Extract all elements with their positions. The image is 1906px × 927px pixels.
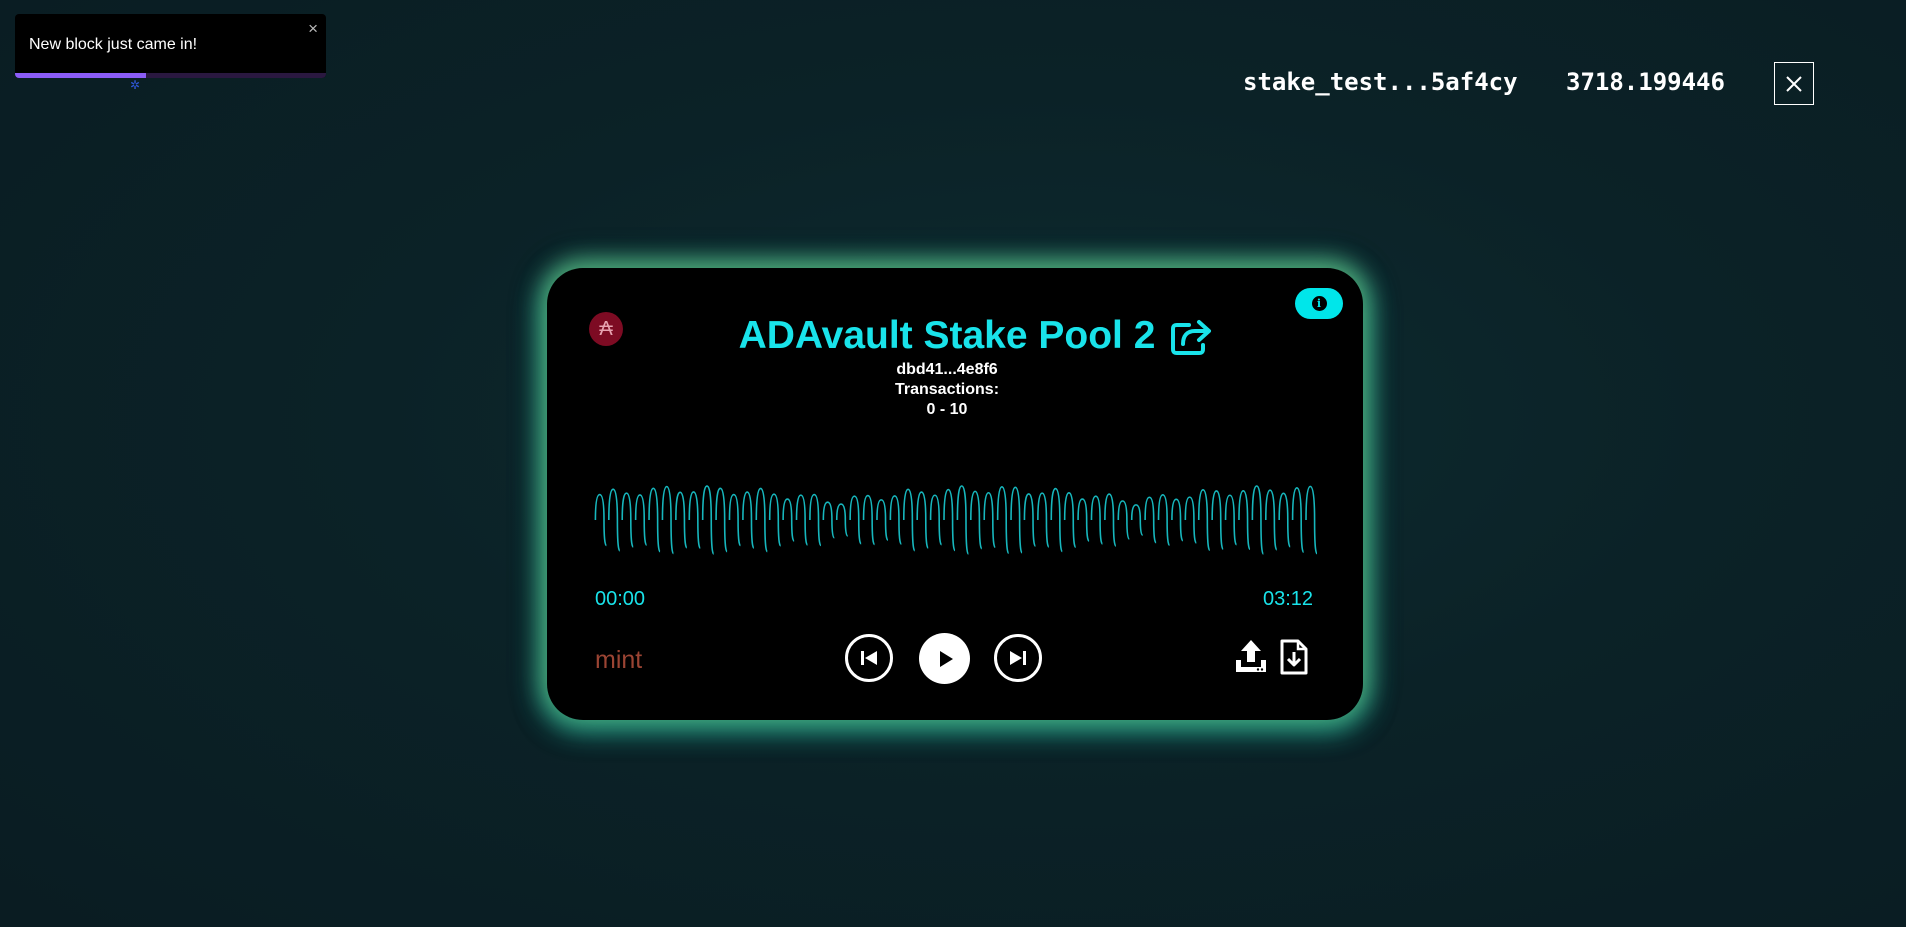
- share-icon[interactable]: [1169, 316, 1213, 356]
- play-icon: [939, 650, 953, 667]
- next-button[interactable]: [994, 634, 1042, 682]
- waveform-segment: [822, 501, 835, 539]
- info-icon: i: [1311, 296, 1327, 311]
- waveform-segment: [983, 491, 997, 549]
- waveform-segment: [634, 494, 648, 546]
- waveform-segment: [1251, 485, 1265, 555]
- waveform-segment: [1211, 490, 1224, 550]
- waveform-segment: [1171, 498, 1184, 542]
- waveform-segment: [1050, 487, 1064, 553]
- waveform-segment: [1144, 496, 1157, 544]
- waveform-segment: [996, 486, 1010, 554]
- waveform-segment: [1184, 496, 1197, 544]
- waveform-segment: [675, 491, 688, 549]
- waveform-segment: [1224, 494, 1238, 546]
- waveform-segment: [742, 491, 755, 549]
- waveform-segment: [809, 493, 822, 547]
- pool-id: dbd41...4e8f6: [896, 361, 998, 378]
- waveform-segment: [970, 490, 983, 550]
- waveform-segment: [1090, 495, 1103, 545]
- waveform-segment: [648, 487, 661, 553]
- waveform-segment: [1157, 493, 1170, 547]
- waveform-segment: [889, 495, 902, 545]
- toast-notification: New block just came in! ×: [15, 14, 326, 78]
- waveform-segment: [956, 485, 970, 555]
- waveform-segment: [1291, 487, 1305, 553]
- toast-progress-fill: [15, 73, 146, 78]
- waveform-segment: [1278, 492, 1291, 548]
- waveform-segment: [1305, 485, 1317, 555]
- waveform-segment: [916, 491, 929, 549]
- waveform-segment: [943, 488, 956, 552]
- previous-button[interactable]: [845, 634, 893, 682]
- waveform-segment: [715, 487, 728, 553]
- upload-icon[interactable]: [1233, 638, 1269, 676]
- pool-title: ADAvault Stake Pool 2: [738, 314, 1156, 357]
- waveform-segment: [1077, 498, 1090, 542]
- waveform-segment: [1023, 493, 1036, 547]
- waveform-segment: [701, 485, 715, 555]
- waveform-segment: [1238, 489, 1251, 551]
- close-button[interactable]: [1774, 62, 1814, 105]
- waveform-segment: [1037, 492, 1050, 548]
- waveform-segment: [755, 487, 769, 553]
- toast-close-icon[interactable]: ×: [308, 20, 318, 37]
- waveform-segment: [1130, 504, 1144, 536]
- waveform-segment: [835, 503, 849, 537]
- skip-next-icon: [1010, 651, 1026, 665]
- waveform-segment: [862, 494, 876, 546]
- wallet-balance: 3718.199446: [1566, 68, 1725, 96]
- waveform-segment: [1117, 500, 1130, 540]
- waveform-segment: [929, 494, 943, 546]
- close-icon: [1786, 75, 1802, 92]
- waveform-segment: [768, 493, 782, 547]
- transactions-label: Transactions:: [894, 381, 1000, 398]
- waveform-segment: [661, 485, 675, 555]
- waveform-segment: [1063, 492, 1077, 548]
- waveform-segment: [594, 493, 607, 547]
- time-elapsed: 00:00: [595, 588, 646, 610]
- waveform-segment: [1104, 493, 1117, 547]
- waveform-segment: [849, 495, 862, 545]
- waveform-segment: [1264, 489, 1278, 551]
- toast-message: New block just came in!: [29, 36, 198, 53]
- waveform-segment: [876, 499, 889, 541]
- waveform-segment: [1197, 489, 1211, 551]
- play-button[interactable]: [919, 633, 970, 684]
- wallet-address: stake_test...5af4cy: [1243, 68, 1518, 96]
- waveform-segment: [728, 493, 741, 547]
- skip-previous-icon: [861, 651, 877, 665]
- player-card: ₳ i ADAvault Stake Pool 2 dbd41...4e8f6 …: [547, 268, 1363, 720]
- time-total: 03:12: [1263, 588, 1314, 610]
- waveform-segment: [902, 488, 916, 552]
- waveform-segment: [688, 491, 702, 549]
- transactions-range: 0 - 10: [926, 401, 968, 418]
- waveform-segment: [782, 498, 795, 542]
- waveform-segment: [608, 488, 621, 552]
- waveform-segment: [795, 494, 808, 546]
- waveform-segment: [621, 492, 634, 548]
- audio-waveform[interactable]: [593, 482, 1317, 558]
- toast-progress-bar: [15, 73, 326, 78]
- sparkle-icon: ✲: [129, 78, 141, 92]
- mint-button[interactable]: mint: [595, 646, 642, 675]
- waveform-segment: [1010, 486, 1023, 554]
- file-download-icon[interactable]: [1279, 638, 1309, 676]
